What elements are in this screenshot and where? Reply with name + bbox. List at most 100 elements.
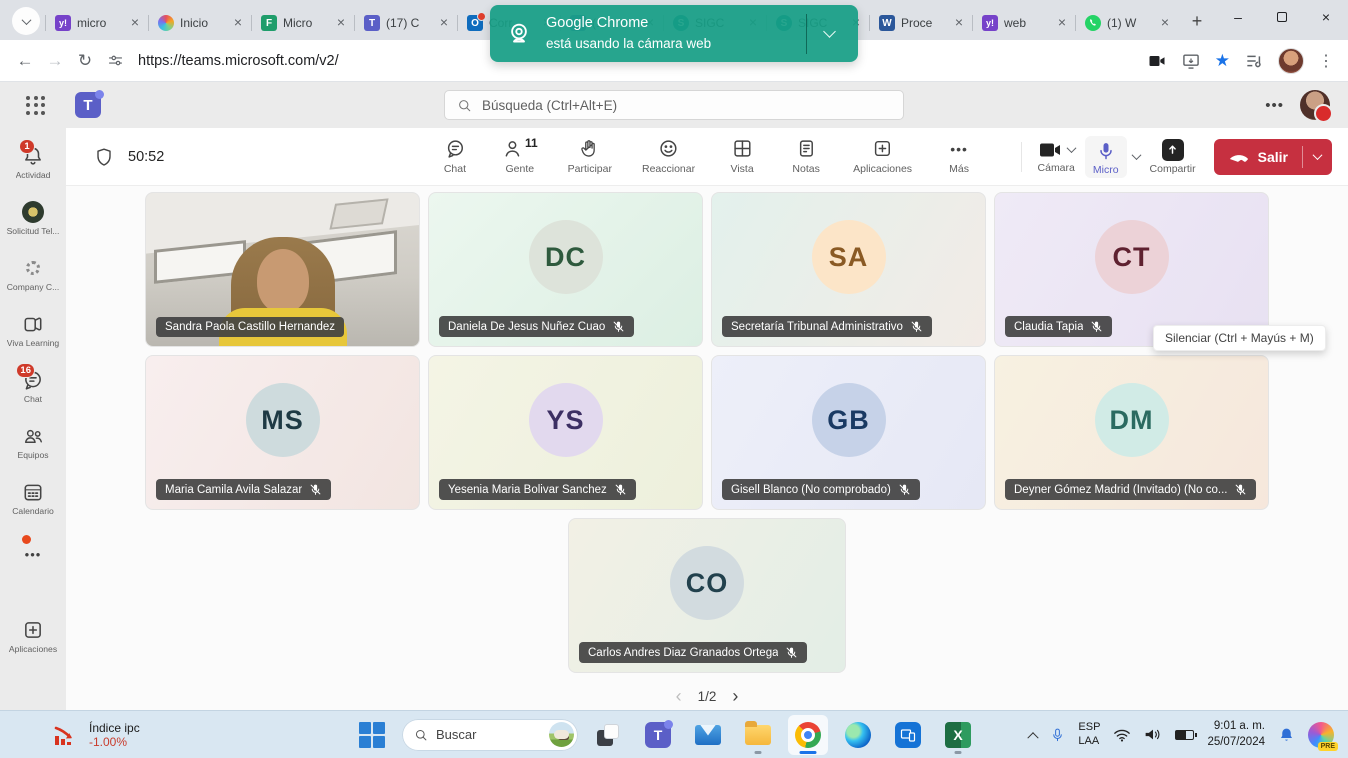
taskbar-teams[interactable]: T	[638, 715, 678, 755]
widget-value: -1.00%	[89, 735, 140, 749]
browser-tab[interactable]: T (17) C ×	[355, 6, 458, 40]
browser-tab[interactable]: y! micro ×	[46, 6, 149, 40]
tab-close-icon[interactable]: ×	[230, 15, 246, 31]
shield-icon[interactable]	[94, 147, 114, 167]
chevron-down-icon[interactable]	[1131, 150, 1141, 160]
participant-tile[interactable]: CO Carlos Andres Diaz Granados Ortega	[568, 518, 846, 673]
participant-tile[interactable]: DM Deyner Gómez Madrid (Invitado) (No co…	[994, 355, 1269, 510]
side-panel-icon[interactable]	[1244, 51, 1264, 71]
toolbar-raise-hand-button[interactable]: Participar	[568, 138, 612, 175]
toolbar-more-button[interactable]: ••• Más	[942, 138, 976, 175]
task-view-button[interactable]	[588, 715, 628, 755]
taskbar-mail[interactable]	[688, 715, 728, 755]
mic-muted-icon	[1090, 320, 1103, 333]
tab-search-button[interactable]	[12, 7, 40, 35]
browser-profile-avatar[interactable]	[1278, 48, 1304, 74]
toolbar-apps-button[interactable]: Aplicaciones	[853, 138, 912, 175]
widget-title: Índice ipc	[89, 721, 140, 735]
leave-options-chevron[interactable]	[1303, 139, 1332, 175]
teams-search-input[interactable]: Búsqueda (Ctrl+Alt+E)	[444, 90, 904, 120]
browser-tab[interactable]: W Proce ×	[870, 6, 973, 40]
volume-icon[interactable]	[1144, 727, 1162, 742]
install-app-icon[interactable]	[1181, 51, 1201, 71]
participant-tile[interactable]: SA Secretaría Tribunal Administrativo	[711, 192, 986, 347]
sidebar-item-company[interactable]: Company C...	[2, 248, 64, 300]
previous-page-icon[interactable]: ‹	[676, 686, 682, 707]
copilot-icon[interactable]: PRE	[1308, 722, 1334, 748]
tray-expand-icon[interactable]	[1028, 732, 1039, 743]
toolbar-react-button[interactable]: Reaccionar	[642, 138, 695, 175]
forward-button[interactable]: →	[40, 46, 70, 76]
tab-close-icon[interactable]: ×	[951, 15, 967, 31]
camera-control[interactable]: Cámara	[1038, 140, 1075, 174]
weather-widget[interactable]: Índice ipc -1.00%	[52, 721, 140, 749]
sidebar-item-solicitud[interactable]: Solicitud Tel...	[2, 192, 64, 244]
taskbar-chrome[interactable]	[788, 715, 828, 755]
taskbar-file-explorer[interactable]	[738, 715, 778, 755]
browser-tab[interactable]: y! web ×	[973, 6, 1076, 40]
camera-in-use-icon[interactable]	[1147, 51, 1167, 71]
notification-bell-icon[interactable]	[1278, 726, 1295, 744]
participant-tile[interactable]: YS Yesenia Maria Bolivar Sanchez	[428, 355, 703, 510]
tab-close-icon[interactable]: ×	[1157, 15, 1173, 31]
teams-more-menu-icon[interactable]: •••	[1265, 97, 1284, 114]
bookmark-star-icon[interactable]: ★	[1215, 51, 1230, 71]
participant-nameplate: Claudia Tapia	[1005, 316, 1112, 337]
toolbar-view-button[interactable]: Vista	[725, 138, 759, 175]
sidebar-item-calendario[interactable]: Calendario	[2, 472, 64, 524]
battery-icon[interactable]	[1175, 730, 1194, 740]
next-page-icon[interactable]: ›	[732, 686, 738, 707]
browser-tab[interactable]: Inicio ×	[149, 6, 252, 40]
sidebar-item-viva-learning[interactable]: Viva Learning	[2, 304, 64, 356]
participant-tile[interactable]: DC Daniela De Jesus Nuñez Cuao	[428, 192, 703, 347]
back-button[interactable]: ←	[10, 46, 40, 76]
search-highlight-image[interactable]	[549, 722, 574, 747]
company-app-icon	[26, 261, 40, 275]
chat-icon	[444, 138, 465, 159]
leave-button[interactable]: Salir	[1214, 139, 1332, 175]
share-control[interactable]: Compartir	[1150, 139, 1196, 175]
language-indicator[interactable]: ESP LAA	[1078, 721, 1100, 749]
site-settings-icon[interactable]	[100, 46, 130, 76]
close-window-button[interactable]: ×	[1304, 0, 1348, 34]
minimize-button[interactable]: –	[1216, 0, 1260, 34]
start-button[interactable]	[352, 715, 392, 755]
mic-control[interactable]: Micro	[1085, 136, 1127, 178]
reload-button[interactable]: ↻	[70, 46, 100, 76]
taskbar-edge[interactable]	[838, 715, 878, 755]
browser-tab[interactable]: (1) W ×	[1076, 6, 1179, 40]
clock[interactable]: 9:01 a. m. 25/07/2024	[1207, 719, 1265, 750]
maximize-button[interactable]	[1260, 0, 1304, 34]
wifi-icon[interactable]	[1113, 728, 1131, 742]
sidebar-item-more[interactable]: •••	[2, 528, 64, 580]
teams-profile-avatar[interactable]	[1300, 90, 1330, 120]
tray-mic-icon[interactable]	[1050, 726, 1065, 744]
browser-tab[interactable]: F Micro ×	[252, 6, 355, 40]
sidebar-item-equipos[interactable]: Equipos	[2, 416, 64, 468]
toolbar-chat-button[interactable]: Chat	[438, 138, 472, 175]
sidebar-item-aplicaciones[interactable]: Aplicaciones	[2, 610, 64, 662]
tab-close-icon[interactable]: ×	[127, 15, 143, 31]
tab-close-icon[interactable]: ×	[1054, 15, 1070, 31]
chevron-down-icon[interactable]	[1066, 143, 1076, 153]
browser-menu-icon[interactable]: ⋮	[1318, 51, 1334, 71]
taskbar-excel[interactable]: X	[938, 715, 978, 755]
taskbar-search[interactable]: Buscar	[402, 719, 578, 751]
participant-tile[interactable]: CT Claudia Tapia	[994, 192, 1269, 347]
new-tab-button[interactable]: +	[1183, 7, 1211, 35]
camera-notification-toast[interactable]: Google Chrome está usando la cámara web	[490, 5, 858, 62]
chat-badge: 16	[16, 363, 35, 378]
meeting-timer: 50:52	[128, 149, 164, 165]
participant-tile[interactable]: Sandra Paola Castillo Hernandez	[145, 192, 420, 347]
tab-close-icon[interactable]: ×	[436, 15, 452, 31]
notification-expand-icon[interactable]	[823, 25, 836, 38]
toolbar-notes-button[interactable]: Notas	[789, 138, 823, 175]
sidebar-item-chat[interactable]: 16 Chat	[2, 360, 64, 412]
tab-close-icon[interactable]: ×	[333, 15, 349, 31]
taskbar-phone-link[interactable]	[888, 715, 928, 755]
app-launcher-waffle-icon[interactable]	[26, 96, 45, 115]
sidebar-item-actividad[interactable]: 1 Actividad	[2, 136, 64, 188]
participant-tile[interactable]: GB Gisell Blanco (No comprobado)	[711, 355, 986, 510]
toolbar-people-button[interactable]: 11 Gente	[502, 138, 538, 175]
participant-tile[interactable]: MS Maria Camila Avila Salazar	[145, 355, 420, 510]
